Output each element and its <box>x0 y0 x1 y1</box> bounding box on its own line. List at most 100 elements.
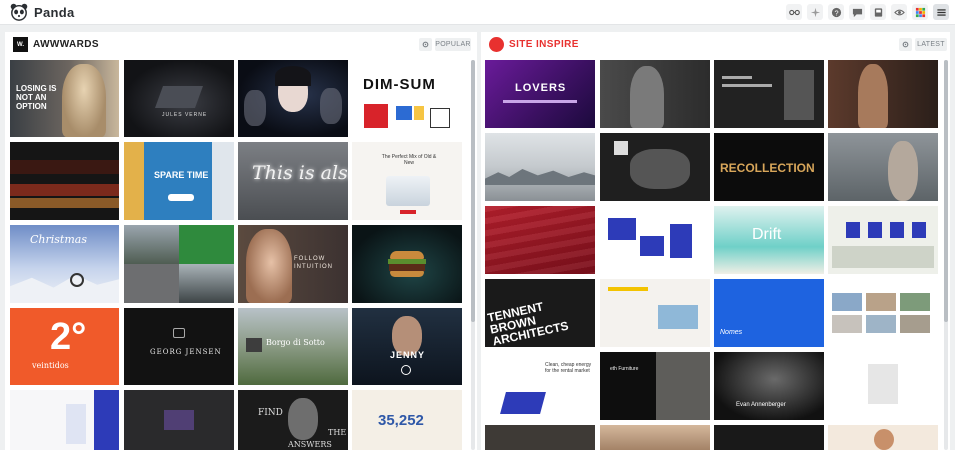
column-settings-button[interactable] <box>419 38 432 51</box>
column-header: SITE INSPIRE LATEST <box>481 32 950 57</box>
site-thumbnail[interactable] <box>485 206 595 274</box>
site-thumbnail[interactable] <box>600 279 710 347</box>
thumbnail-headline: Nomes <box>720 329 743 336</box>
thumbnail-headline: GEORG JENSEN <box>150 348 222 356</box>
thumbnail-headline: FOLLOW INTUITION <box>294 256 333 270</box>
site-thumbnail[interactable]: Christmas <box>10 225 119 303</box>
site-thumbnail[interactable] <box>828 352 938 420</box>
toolbar: ? <box>786 4 949 20</box>
site-thumbnail[interactable] <box>600 425 710 450</box>
thumbnail-headline: Christmas <box>30 233 87 246</box>
source-title: SITE INSPIRE <box>509 39 579 50</box>
site-thumbnail[interactable] <box>828 425 938 450</box>
site-thumbnail[interactable] <box>828 133 938 201</box>
site-thumbnail[interactable]: Nomes <box>714 279 824 347</box>
thumbnail-headline: FIND <box>258 408 283 418</box>
thumbnail-headline: Borgo di Sotto <box>266 338 325 347</box>
top-bar: Panda ? <box>0 0 955 25</box>
site-thumbnail[interactable]: DIM-SUM <box>352 60 462 137</box>
thumbnail-number: 2° <box>50 316 87 358</box>
site-thumbnail[interactable]: Drift <box>714 206 824 274</box>
chat-icon <box>852 8 862 17</box>
site-thumbnail[interactable]: Evan Annenberger <box>714 352 824 420</box>
site-thumbnail[interactable] <box>828 60 938 128</box>
site-thumbnail[interactable]: RECOLLECTION <box>714 133 824 201</box>
thumbnail-headline: This is also <box>252 162 348 184</box>
thumbnail-headline: RECOLLECTION <box>720 161 815 175</box>
column-header: W. AWWWARDS POPULAR <box>5 32 477 57</box>
site-thumbnail[interactable] <box>238 60 348 137</box>
thumbnail-headline: JENNY <box>390 350 426 360</box>
feeds-icon <box>788 9 800 15</box>
awwwards-column: W. AWWWARDS POPULAR LOSING IS NOT AN OPT… <box>5 32 477 450</box>
apps-grid-button[interactable] <box>912 4 928 20</box>
site-thumbnail[interactable]: TENNENT BROWN ARCHITECTS <box>485 279 595 347</box>
menu-icon <box>936 8 946 16</box>
help-button[interactable]: ? <box>828 4 844 20</box>
site-thumbnail[interactable]: 35,252 <box>352 390 462 450</box>
site-thumbnail[interactable] <box>10 390 119 450</box>
site-thumbnail[interactable]: LOSING IS NOT AN OPTION <box>10 60 119 137</box>
thumbnail-headline: TENNENT BROWN ARCHITECTS <box>486 299 570 347</box>
site-thumbnail[interactable]: Clean, cheap energy for the rental marke… <box>485 352 595 420</box>
source-title: AWWWARDS <box>33 39 99 50</box>
column-settings-button[interactable] <box>899 38 912 51</box>
site-thumbnail[interactable]: JENNY <box>352 308 462 385</box>
mailbox-icon <box>874 7 882 17</box>
eye-icon <box>893 9 905 15</box>
mailbox-button[interactable] <box>870 4 886 20</box>
site-thumbnail[interactable] <box>352 225 462 303</box>
site-thumbnail[interactable] <box>124 225 234 303</box>
site-thumbnail[interactable]: FOLLOW INTUITION <box>238 225 348 303</box>
help-icon: ? <box>831 7 841 17</box>
site-thumbnail[interactable]: JULES VERNE <box>124 60 234 137</box>
gear-icon <box>422 41 429 48</box>
site-thumbnail[interactable] <box>10 142 119 220</box>
site-thumbnail[interactable] <box>714 60 824 128</box>
site-thumbnail[interactable]: eth Furniture <box>600 352 710 420</box>
site-thumbnail[interactable] <box>600 60 710 128</box>
site-thumbnail[interactable]: FIND THE ANSWERS <box>238 390 348 450</box>
site-thumbnail[interactable]: The Perfect Mix of Old & New <box>352 142 462 220</box>
site-thumbnail[interactable]: 2° veintidos <box>10 308 119 385</box>
site-thumbnail[interactable]: LOVERS <box>485 60 595 128</box>
thumbnail-headline: Clean, cheap energy for the rental marke… <box>545 362 592 374</box>
site-thumbnail[interactable]: SPARE TIME <box>124 142 234 220</box>
site-thumbnail[interactable] <box>124 390 234 450</box>
thumbnail-headline: Drift <box>752 226 782 243</box>
eye-button[interactable] <box>891 4 907 20</box>
site-thumbnail[interactable] <box>828 206 938 274</box>
site-thumbnail[interactable]: Borgo di Sotto <box>238 308 348 385</box>
site-thumbnail[interactable] <box>600 206 710 274</box>
site-thumbnail[interactable] <box>714 425 824 450</box>
site-thumbnail[interactable]: This is also <box>238 142 348 220</box>
siteinspire-column: SITE INSPIRE LATEST LOVERS TENNENT BROWN… <box>481 32 950 450</box>
sort-popular-button[interactable]: POPULAR <box>435 38 471 51</box>
menu-button[interactable] <box>933 4 949 20</box>
collections-button[interactable] <box>807 4 823 20</box>
svg-text:?: ? <box>834 8 838 17</box>
thumbnail-headline: THE <box>328 428 347 437</box>
scrollbar-thumb[interactable] <box>944 60 948 322</box>
scrollbar-thumb[interactable] <box>471 60 475 322</box>
chat-button[interactable] <box>849 4 865 20</box>
panda-logo-icon <box>10 3 28 21</box>
site-thumbnail[interactable] <box>828 279 938 347</box>
thumbnail-headline: Evan Annenberger <box>736 402 786 408</box>
apps-grid-icon <box>915 7 925 17</box>
thumbnail-headline: veintidos <box>32 361 69 370</box>
site-thumbnail[interactable] <box>600 133 710 201</box>
site-thumbnail[interactable] <box>485 133 595 201</box>
scrollbar[interactable] <box>944 60 948 450</box>
scrollbar[interactable] <box>471 60 475 450</box>
thumbnail-headline: The Perfect Mix of Old & New <box>381 154 437 166</box>
thumbnail-headline: 35,252 <box>378 412 424 429</box>
brand[interactable]: Panda <box>10 3 75 21</box>
feeds-button[interactable] <box>786 4 802 20</box>
collections-icon <box>810 7 820 17</box>
sort-latest-button[interactable]: LATEST <box>915 38 947 51</box>
thumbnail-headline: ANSWERS <box>288 440 332 449</box>
awwwards-logo-icon: W. <box>13 37 28 52</box>
site-thumbnail[interactable] <box>485 425 595 450</box>
site-thumbnail[interactable]: GEORG JENSEN <box>124 308 234 385</box>
